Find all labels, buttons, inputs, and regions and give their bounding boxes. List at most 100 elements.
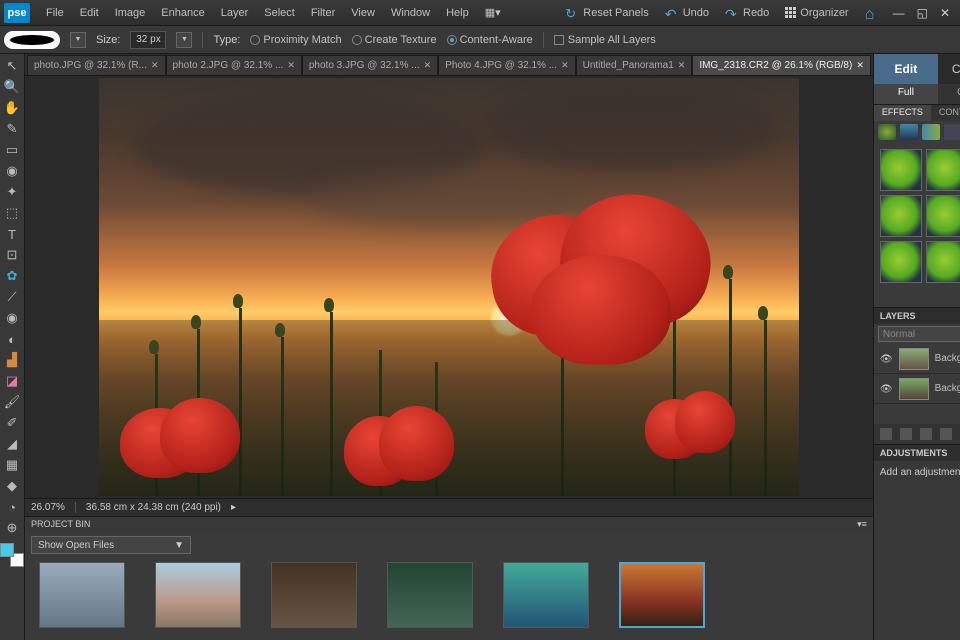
- close-icon[interactable]: ✕: [561, 60, 569, 71]
- menu-help[interactable]: Help: [438, 3, 477, 23]
- organizer-button[interactable]: Organizer: [777, 4, 856, 22]
- menu-filter[interactable]: Filter: [303, 3, 343, 23]
- submode-tab-full[interactable]: Full: [874, 84, 938, 104]
- doc-tab[interactable]: photo.JPG @ 32.1% (R...✕: [27, 55, 166, 75]
- chevron-right-icon[interactable]: ▸: [231, 502, 236, 513]
- marquee-tool[interactable]: ▭: [1, 140, 23, 160]
- effect-thumbnail[interactable]: [926, 195, 960, 237]
- redeye-tool[interactable]: ◉: [1, 308, 23, 328]
- quick-selection-tool[interactable]: ⬚: [1, 203, 23, 223]
- doc-tab[interactable]: Photo 4.JPG @ 32.1% ...✕: [438, 55, 575, 75]
- bin-thumbnail[interactable]: [387, 562, 473, 628]
- brush-preview[interactable]: [4, 31, 60, 49]
- fx-all-icon[interactable]: [944, 124, 960, 140]
- doc-tab[interactable]: IMG_2318.CR2 @ 26.1% (RGB/8)✕: [692, 55, 871, 75]
- effect-thumbnail[interactable]: [880, 195, 922, 237]
- tab-content[interactable]: CONTENT: [931, 105, 960, 121]
- doc-tab[interactable]: Untitled_Panorama1✕: [576, 55, 693, 75]
- blend-mode-dropdown[interactable]: Normal▼: [878, 326, 960, 342]
- cookie-cutter-tool[interactable]: ✿: [1, 266, 23, 286]
- fx-filter-icon[interactable]: [878, 124, 896, 140]
- submode-tab-quick[interactable]: Quick: [938, 84, 960, 104]
- bin-thumbnail[interactable]: [619, 562, 705, 628]
- redo-button[interactable]: Redo: [717, 3, 777, 23]
- panel-menu-icon[interactable]: ▾≡: [857, 519, 867, 530]
- visibility-icon[interactable]: [880, 383, 893, 395]
- menu-window[interactable]: Window: [383, 3, 438, 23]
- layer-thumbnail[interactable]: [899, 378, 929, 400]
- hand-tool[interactable]: ✋: [1, 98, 23, 118]
- close-icon[interactable]: ✕: [856, 60, 864, 71]
- menu-image[interactable]: Image: [107, 3, 154, 23]
- home-button[interactable]: [857, 3, 887, 23]
- brush-picker-dropdown[interactable]: ▼: [70, 32, 86, 48]
- adjustments-body[interactable]: Add an adjustment: [874, 461, 960, 501]
- doc-tab[interactable]: photo 3.JPG @ 32.1% ...✕: [302, 55, 438, 75]
- color-swatches[interactable]: [0, 543, 24, 567]
- crop-tool[interactable]: ⊡: [1, 245, 23, 265]
- lasso-tool[interactable]: ◉: [1, 161, 23, 181]
- bin-thumbnail[interactable]: [503, 562, 589, 628]
- close-icon[interactable]: ✕: [424, 60, 432, 71]
- effect-thumbnail[interactable]: [926, 241, 960, 283]
- radio-proximity-match[interactable]: Proximity Match: [250, 34, 341, 46]
- doc-tab[interactable]: photo 2.JPG @ 32.1% ...✕: [166, 55, 302, 75]
- effect-thumbnail[interactable]: [926, 149, 960, 191]
- layer-thumbnail[interactable]: [899, 348, 929, 370]
- brush-tool[interactable]: 🖌: [1, 392, 23, 412]
- link-layers-icon[interactable]: [940, 428, 952, 440]
- smart-brush-tool[interactable]: ✐: [1, 413, 23, 433]
- minimize-button[interactable]: —: [887, 3, 911, 23]
- radio-create-texture[interactable]: Create Texture: [352, 34, 437, 46]
- sponge-tool[interactable]: ⊕: [1, 518, 23, 538]
- menu-edit[interactable]: Edit: [72, 3, 107, 23]
- canvas-area[interactable]: [25, 76, 873, 498]
- shape-tool[interactable]: ◆: [1, 476, 23, 496]
- close-icon[interactable]: ✕: [151, 60, 159, 71]
- mode-tab-create[interactable]: Create: [938, 54, 960, 84]
- close-icon[interactable]: ✕: [678, 60, 686, 71]
- close-button[interactable]: ✕: [934, 3, 956, 23]
- undo-button[interactable]: Undo: [657, 3, 717, 23]
- project-bin-dropdown[interactable]: Show Open Files▼: [31, 536, 191, 554]
- reset-panels-button[interactable]: Reset Panels: [557, 3, 656, 23]
- mode-tab-edit[interactable]: Edit: [874, 54, 938, 84]
- layer-row[interactable]: Background: [874, 344, 960, 374]
- tab-effects[interactable]: EFFECTS: [874, 105, 931, 121]
- zoom-tool[interactable]: 🔍: [1, 77, 23, 97]
- gradient-tool[interactable]: ▦: [1, 455, 23, 475]
- layer-mask-icon[interactable]: [920, 428, 932, 440]
- fx-layer-style-icon[interactable]: [900, 124, 918, 140]
- paint-bucket-tool[interactable]: ◢: [1, 434, 23, 454]
- checkbox-sample-all-layers[interactable]: Sample All Layers: [554, 34, 656, 46]
- document-canvas[interactable]: [99, 78, 799, 496]
- effect-thumbnail[interactable]: [880, 149, 922, 191]
- blur-tool[interactable]: ◔: [1, 497, 23, 517]
- eraser-tool[interactable]: ◪: [1, 371, 23, 391]
- menu-enhance[interactable]: Enhance: [153, 3, 212, 23]
- bin-thumbnail[interactable]: [39, 562, 125, 628]
- visibility-icon[interactable]: [880, 353, 893, 365]
- bin-thumbnail[interactable]: [155, 562, 241, 628]
- fx-photo-effect-icon[interactable]: [922, 124, 940, 140]
- new-layer-icon[interactable]: [880, 428, 892, 440]
- effect-thumbnail[interactable]: [880, 241, 922, 283]
- menu-view[interactable]: View: [343, 3, 383, 23]
- close-icon[interactable]: ✕: [287, 60, 295, 71]
- zoom-level[interactable]: 26.07%: [31, 502, 76, 513]
- foreground-color-swatch[interactable]: [0, 543, 14, 557]
- menu-select[interactable]: Select: [256, 3, 303, 23]
- spot-healing-tool[interactable]: ◐: [1, 329, 23, 349]
- radio-content-aware[interactable]: Content-Aware: [447, 34, 533, 46]
- straighten-tool[interactable]: ⟋: [1, 287, 23, 307]
- eyedropper-tool[interactable]: ✎: [1, 119, 23, 139]
- type-tool[interactable]: T: [1, 224, 23, 244]
- layer-row[interactable]: Background: [874, 374, 960, 404]
- move-tool[interactable]: ↖: [1, 56, 23, 76]
- size-input[interactable]: [130, 31, 166, 49]
- menu-layer[interactable]: Layer: [213, 3, 257, 23]
- adjustment-layer-icon[interactable]: [900, 428, 912, 440]
- magic-wand-tool[interactable]: ✦: [1, 182, 23, 202]
- bin-thumbnail[interactable]: [271, 562, 357, 628]
- menu-arrange-icon[interactable]: ▦▾: [477, 2, 509, 23]
